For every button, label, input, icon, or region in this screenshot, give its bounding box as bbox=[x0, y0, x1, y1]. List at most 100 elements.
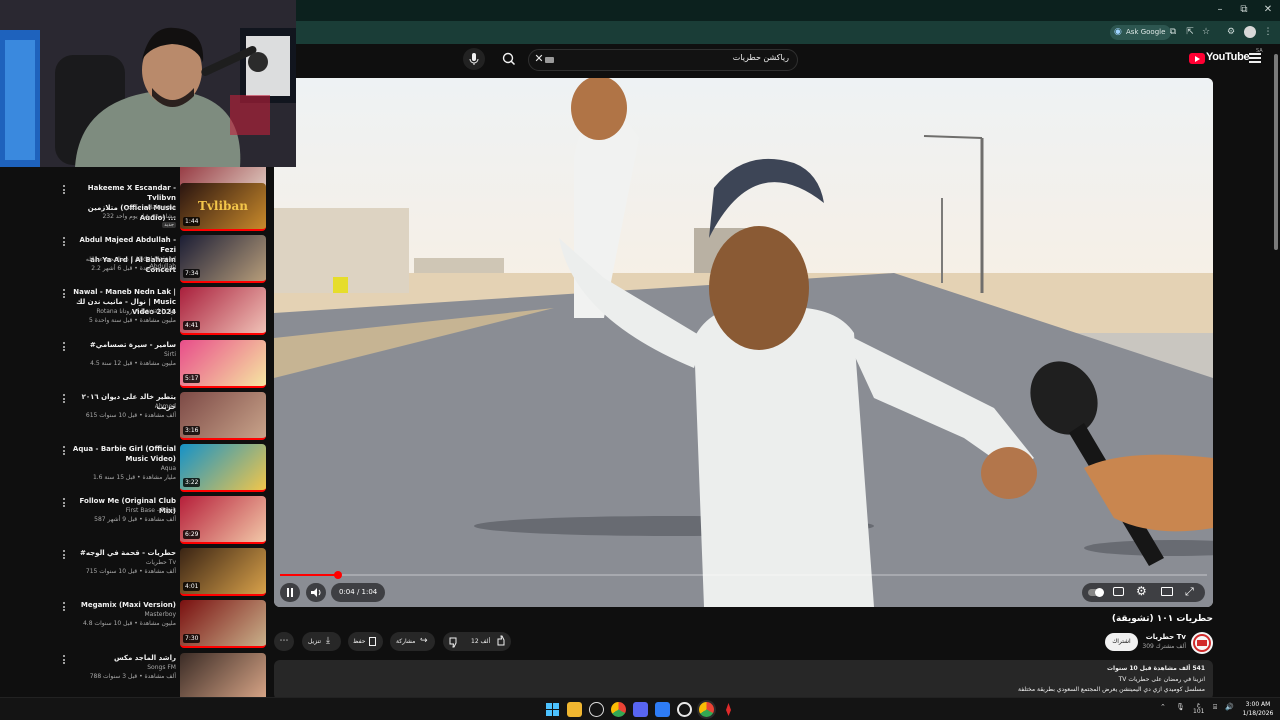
related-video-item[interactable]: 3:16 يتطير خالد على ديوان ٢٠١٦ حريب Ahmed 6… bbox=[56, 392, 268, 442]
more-options-icon[interactable] bbox=[62, 289, 66, 299]
channel-name[interactable]: حطريات Tv bbox=[66, 559, 176, 566]
video-thumbnail[interactable]: 4:41 bbox=[180, 287, 266, 335]
video-title[interactable]: #سامير - سيرة تصسامي bbox=[66, 340, 176, 350]
taskbar-clock[interactable]: 3:00 AM 1/18/2026 bbox=[1239, 700, 1277, 718]
more-options-icon[interactable] bbox=[62, 237, 66, 247]
file-explorer-icon[interactable] bbox=[567, 702, 582, 717]
channel-name[interactable]: Ahmed bbox=[66, 403, 176, 410]
obs-icon[interactable] bbox=[677, 702, 692, 717]
related-video-item[interactable]: 7:30 Megamix (Maxi Version) Masterboy 4.8 م… bbox=[56, 600, 268, 650]
more-options-icon[interactable] bbox=[62, 394, 66, 404]
video-thumbnail[interactable]: 6:29 bbox=[180, 496, 266, 544]
network-icon[interactable]: ⌸ bbox=[1213, 703, 1217, 712]
discord-icon[interactable] bbox=[633, 702, 648, 717]
video-title[interactable]: راشد الماجد مكس bbox=[66, 653, 176, 663]
related-video-item[interactable]: 7:34 Abdul Majeed Abdullah - Fezi ah Ya A… bbox=[56, 235, 268, 285]
voice-search-button[interactable] bbox=[463, 48, 485, 70]
channel-name[interactable]: Sirti bbox=[66, 351, 176, 358]
minimize-button[interactable]: – bbox=[1213, 3, 1227, 17]
channel-avatar[interactable] bbox=[1191, 632, 1213, 654]
channel-name[interactable]: Masterboy bbox=[66, 611, 176, 618]
more-options-icon[interactable] bbox=[62, 655, 66, 665]
volume-button[interactable] bbox=[306, 583, 326, 602]
save-button[interactable]: حفظ bbox=[348, 632, 383, 651]
related-video-item[interactable]: راشد الماجد مكس Songs FM 788 ألف مشاهدة • … bbox=[56, 653, 268, 703]
windows-start-icon[interactable] bbox=[545, 702, 560, 717]
video-thumbnail[interactable]: 7:30 bbox=[180, 600, 266, 648]
search-input[interactable]: ✕ رياكشن حطريات bbox=[528, 49, 798, 71]
search-button[interactable] bbox=[494, 49, 524, 69]
channel-name[interactable]: Aqua bbox=[66, 465, 176, 472]
tray-overflow-icon[interactable]: ⌃ bbox=[1160, 703, 1166, 711]
clear-search-icon[interactable]: ✕ bbox=[532, 52, 546, 65]
steam-icon[interactable] bbox=[589, 702, 604, 717]
related-video-item[interactable]: 5:17 #سامير - سيرة تصسامي Sirti 4.5 مليون م… bbox=[56, 340, 268, 390]
keyboard-icon[interactable] bbox=[545, 57, 554, 63]
related-video-item[interactable]: 4:01 #حطريات - قحمة في الوجه حطريات Tv 715 … bbox=[56, 548, 268, 598]
share-page-icon[interactable]: ⇱ bbox=[1184, 26, 1196, 38]
more-options-icon[interactable] bbox=[62, 550, 66, 560]
channel-name[interactable]: حكيمي - Hakeeme bbox=[66, 204, 176, 211]
page-scrollbar[interactable] bbox=[1274, 54, 1278, 250]
video-thumbnail[interactable]: Tvliban 1:44 bbox=[180, 183, 266, 231]
speaker-icon[interactable]: 🔊 bbox=[1225, 703, 1234, 711]
profile-avatar[interactable] bbox=[1244, 26, 1256, 38]
more-options-icon[interactable] bbox=[62, 498, 66, 508]
video-player[interactable] bbox=[274, 78, 1213, 607]
language-indicator[interactable]: ع 101 bbox=[1193, 701, 1204, 715]
video-thumbnail[interactable] bbox=[180, 653, 266, 701]
like-button[interactable]: 12 ألف bbox=[469, 632, 511, 651]
video-title[interactable]: Aqua - Barbie Girl (Official Music Video… bbox=[66, 444, 176, 464]
theater-mode-icon[interactable] bbox=[1161, 587, 1173, 596]
extensions-icon[interactable]: ⚙ bbox=[1225, 26, 1237, 38]
channel-name[interactable]: First Base - Topic bbox=[66, 507, 176, 514]
channel-name[interactable]: حطريات Tv bbox=[1146, 633, 1186, 641]
video-thumbnail[interactable]: 7:34 bbox=[180, 235, 266, 283]
download-button[interactable]: تنزيل ⤓ bbox=[302, 632, 341, 651]
related-video-item[interactable]: 4:41 Nawal - Maneb Nedn Lak | نوال - ماني… bbox=[56, 287, 268, 337]
channel-name[interactable]: Rotana روتانا ✔ Nawal | نوال bbox=[66, 308, 176, 315]
guide-menu-button[interactable] bbox=[1249, 53, 1261, 63]
video-title[interactable]: Megamix (Maxi Version) bbox=[66, 600, 176, 610]
channel-name[interactable]: Songs FM bbox=[66, 664, 176, 671]
related-video-item[interactable]: 6:29 Follow Me (Original Club Mix) First B… bbox=[56, 496, 268, 546]
install-app-icon[interactable]: ⧉ bbox=[1167, 26, 1179, 38]
subtitles-icon[interactable] bbox=[1113, 587, 1124, 596]
fullscreen-icon[interactable]: ⤢ bbox=[1185, 585, 1194, 599]
more-options-icon[interactable] bbox=[62, 446, 66, 456]
chrome-icon[interactable] bbox=[611, 702, 626, 717]
video-thumbnail[interactable]: 3:22 bbox=[180, 444, 266, 492]
chrome-menu-icon[interactable]: ⋮ bbox=[1262, 26, 1274, 38]
more-options-icon[interactable] bbox=[62, 185, 66, 195]
progress-track[interactable] bbox=[280, 571, 1207, 579]
autoplay-toggle[interactable] bbox=[1088, 588, 1104, 597]
share-label: مشاركة bbox=[396, 638, 416, 645]
video-duration: 7:34 bbox=[183, 269, 201, 278]
mail-icon[interactable] bbox=[655, 702, 670, 717]
app-red-icon[interactable] bbox=[721, 702, 736, 717]
related-video-item[interactable]: 3:22 Aqua - Barbie Girl (Official Music V… bbox=[56, 444, 268, 494]
related-video-item[interactable]: Tvliban 1:44 Hakeeme X Escandar - Tvlibvn … bbox=[56, 183, 268, 233]
pause-button[interactable] bbox=[280, 583, 300, 602]
video-thumbnail[interactable]: 4:01 bbox=[180, 548, 266, 596]
video-title[interactable]: #حطريات - قحمة في الوجه bbox=[66, 548, 176, 558]
video-duration: 1:44 bbox=[183, 217, 201, 226]
chrome-active-icon[interactable] bbox=[699, 702, 714, 717]
tray-mic-icon[interactable]: 🎙 bbox=[1176, 703, 1185, 711]
video-thumbnail[interactable]: 5:17 bbox=[180, 340, 266, 388]
subscribe-button[interactable]: اشتراك bbox=[1105, 633, 1138, 651]
video-thumbnail[interactable]: 3:16 bbox=[180, 392, 266, 440]
more-options-icon[interactable] bbox=[62, 342, 66, 352]
more-actions-button[interactable]: ⋯ bbox=[274, 632, 294, 651]
close-window-button[interactable]: ✕ bbox=[1261, 3, 1275, 17]
settings-gear-icon[interactable]: ⚙ bbox=[1136, 584, 1147, 598]
bookmark-star-icon[interactable]: ☆ bbox=[1200, 26, 1212, 38]
more-options-icon[interactable] bbox=[62, 602, 66, 612]
ask-google-button[interactable]: ◉ Ask Google bbox=[1110, 25, 1172, 40]
description-box[interactable]: 541 ألف مشاهدة قبل 10 سنوات انزينا في رم… bbox=[274, 660, 1213, 700]
video-title: حطريات ١٠١ (تشويقة) bbox=[1111, 614, 1213, 624]
progress-scrubber[interactable] bbox=[333, 571, 342, 579]
maximize-button[interactable]: ⧉ bbox=[1237, 3, 1251, 17]
dislike-button[interactable] bbox=[443, 632, 465, 651]
share-button[interactable]: مشاركة ↪ bbox=[390, 632, 435, 651]
